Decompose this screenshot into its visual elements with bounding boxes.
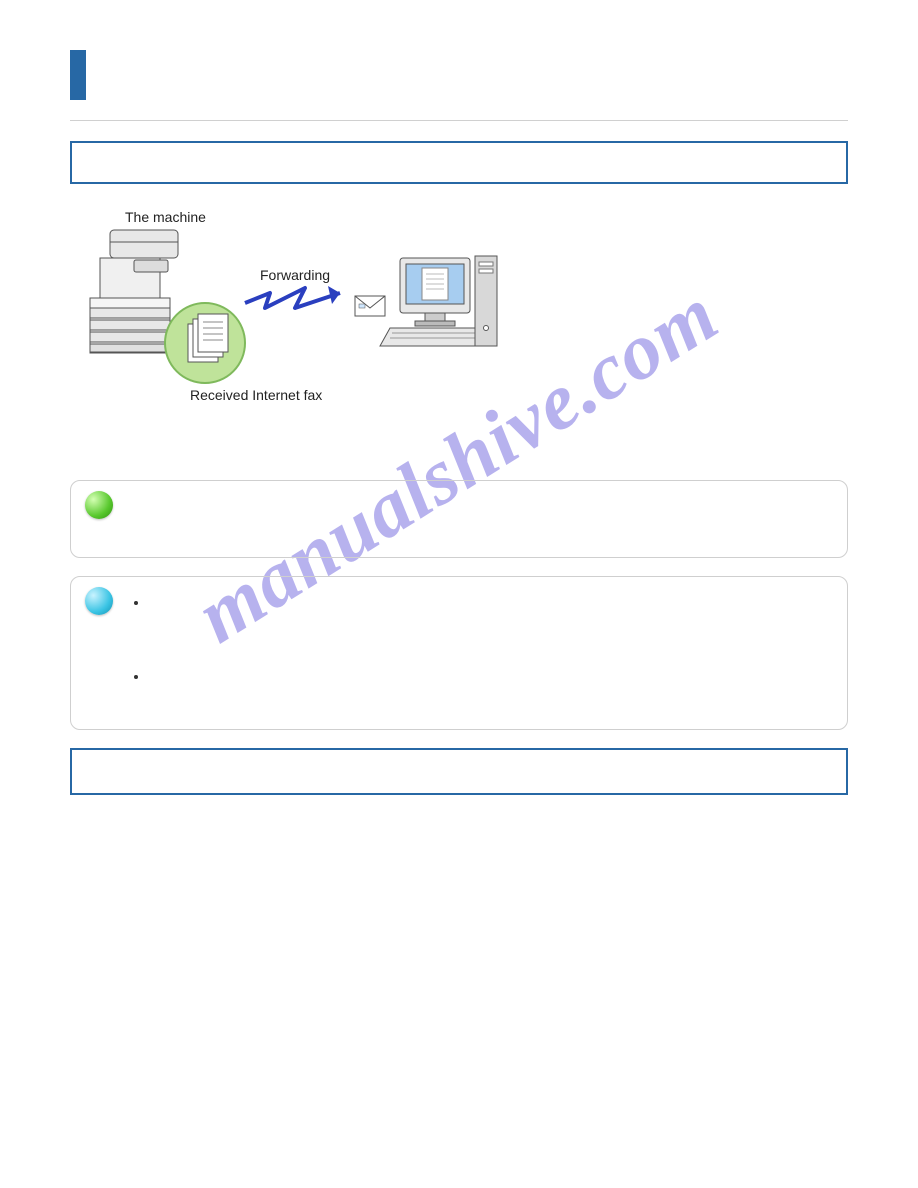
section-title-box xyxy=(70,141,848,184)
tip-icon xyxy=(85,491,113,519)
envelope-icon xyxy=(355,296,385,316)
diagram-label-forwarding: Forwarding xyxy=(260,267,330,283)
note-blue-item-1 xyxy=(149,593,829,653)
computer-icon xyxy=(380,258,490,346)
header-divider xyxy=(70,120,848,121)
note-green-body xyxy=(131,497,829,539)
diagram-label-received: Received Internet fax xyxy=(190,387,322,403)
forwarding-diagram: The machine Received Internet fax Forwar… xyxy=(70,208,500,403)
pc-tower-icon xyxy=(475,256,497,346)
forwarding-arrow-icon xyxy=(245,286,340,308)
info-icon xyxy=(85,587,113,615)
step-box xyxy=(70,748,848,795)
note-blue-item-2 xyxy=(149,667,829,697)
printer-icon xyxy=(90,230,178,353)
received-fax-icon xyxy=(165,303,245,383)
note-box-green xyxy=(70,480,848,558)
note-box-blue xyxy=(70,576,848,730)
diagram-label-machine: The machine xyxy=(125,209,206,225)
note-blue-body xyxy=(131,593,829,697)
header-accent-bar xyxy=(70,50,86,100)
